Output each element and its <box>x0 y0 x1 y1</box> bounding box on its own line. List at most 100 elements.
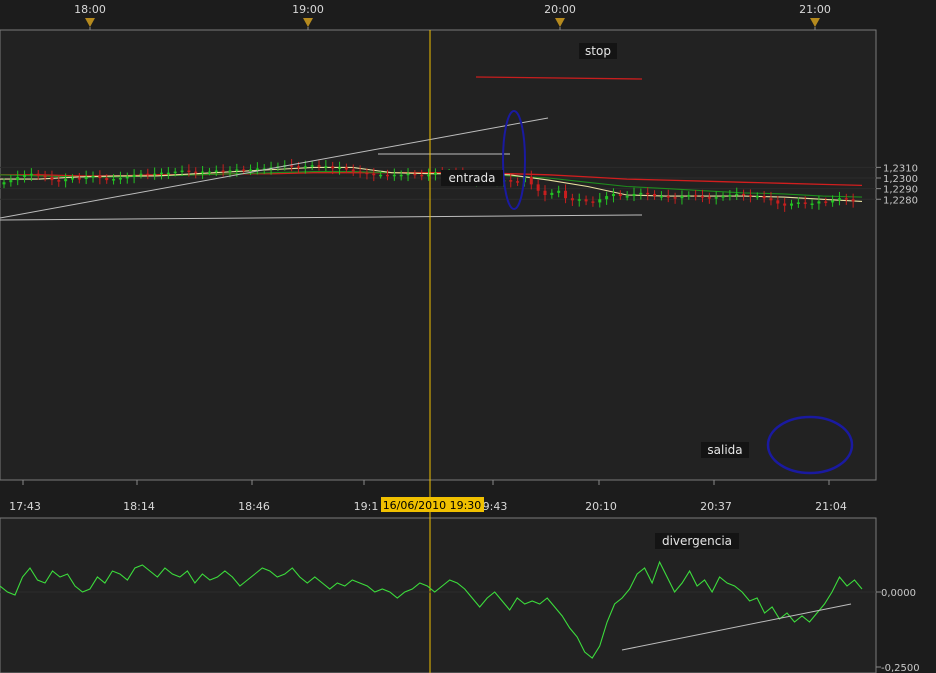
candle-body <box>776 200 780 204</box>
candle-body <box>783 203 787 206</box>
candle-body <box>632 193 636 197</box>
candle-body <box>221 170 225 173</box>
candle-body <box>536 184 540 191</box>
candle-body <box>748 195 752 197</box>
candle-body <box>29 173 33 176</box>
candle-body <box>598 199 602 203</box>
candle-body <box>9 180 13 183</box>
candle-body <box>570 198 574 201</box>
candle-body <box>413 173 417 176</box>
salida-label: salida <box>707 443 742 457</box>
time-marker-label: 19:00 <box>292 3 324 16</box>
candle-body <box>207 171 211 174</box>
candle-body <box>118 178 122 180</box>
candle-body <box>153 173 157 176</box>
candle-body <box>509 180 513 182</box>
candle-body <box>331 166 335 169</box>
candle-body <box>639 192 643 195</box>
candle-body <box>810 203 814 206</box>
x-tick-label: 20:37 <box>700 500 732 513</box>
candle-body <box>324 166 328 168</box>
y-tick-label: 1,2300 <box>883 174 918 185</box>
x-tick-label: 18:46 <box>238 500 270 513</box>
candle-body <box>796 202 800 204</box>
time-marker-label: 21:00 <box>799 3 831 16</box>
price-plot-area[interactable] <box>0 29 877 481</box>
candle-body <box>399 174 403 177</box>
candle-body <box>23 174 27 177</box>
candle-body <box>694 195 698 197</box>
stop-label: stop <box>585 44 611 58</box>
candle-body <box>84 176 88 180</box>
candle-body <box>2 182 6 185</box>
candle-body <box>687 195 691 197</box>
candle-body <box>228 170 232 173</box>
candle-body <box>91 175 95 178</box>
trading-chart[interactable]: stop entrada salida divergencia 18:00 19:00… <box>0 0 936 673</box>
candle-body <box>385 174 389 177</box>
candle-body <box>344 167 348 170</box>
candle-body <box>358 171 362 174</box>
candle-body <box>105 178 109 181</box>
candle-body <box>680 196 684 199</box>
candle-body <box>584 199 588 202</box>
candle-body <box>673 197 677 199</box>
candle-body <box>43 175 47 178</box>
candle-body <box>714 197 718 199</box>
candle-body <box>618 193 622 197</box>
candle-body <box>406 173 410 176</box>
candle-body <box>317 165 321 167</box>
candle-body <box>180 170 184 173</box>
candle-body <box>851 199 855 202</box>
candle-body <box>70 178 74 180</box>
divergencia-label: divergencia <box>662 534 732 548</box>
candle-body <box>194 171 198 174</box>
candle-body <box>249 169 253 171</box>
candle-body <box>735 193 739 196</box>
candle-body <box>36 173 40 176</box>
candle-body <box>420 174 424 177</box>
candle-body <box>577 199 581 201</box>
x-tick-label: 9:43 <box>483 500 508 513</box>
candle-body <box>707 197 711 199</box>
candle-body <box>77 178 81 180</box>
candle-body <box>235 169 239 171</box>
candle-body <box>803 202 807 204</box>
x-tick-label: 19:1 <box>354 500 379 513</box>
x-tick-label: 21:04 <box>815 500 847 513</box>
x-tick-label: 18:14 <box>123 500 155 513</box>
candle-body <box>166 172 170 175</box>
candle-body <box>351 169 355 172</box>
candle-body <box>57 180 61 182</box>
candle-body <box>64 179 68 182</box>
candle-body <box>837 198 841 201</box>
x-tick-label: 17:43 <box>9 500 41 513</box>
candle-body <box>310 165 314 167</box>
candle-body <box>112 179 116 181</box>
candle-body <box>755 196 759 198</box>
candle-body <box>831 200 835 203</box>
candle-body <box>16 176 20 181</box>
cursor-label: 16/06/2010 19:30 <box>383 499 482 512</box>
osc-y-tick-label: -0,2500 <box>881 663 920 673</box>
x-tick-label: 20:10 <box>585 500 617 513</box>
candle-body <box>516 181 520 183</box>
time-marker-label: 18:00 <box>74 3 106 16</box>
candle-body <box>98 175 102 178</box>
candle-body <box>296 166 300 168</box>
y-tick-label: 1,2290 <box>883 185 918 196</box>
candle-body <box>187 170 191 173</box>
y-tick-label: 1,2310 <box>883 163 918 174</box>
candle-body <box>625 196 629 198</box>
candle-body <box>728 195 732 197</box>
candle-body <box>338 167 342 169</box>
candle-body <box>242 169 246 171</box>
candle-body <box>372 173 376 176</box>
candle-body <box>721 196 725 198</box>
candle-body <box>201 171 205 174</box>
candle-body <box>762 196 766 199</box>
candle-body <box>173 171 177 174</box>
candle-body <box>255 168 259 170</box>
candle-body <box>591 201 595 203</box>
candle-body <box>433 172 437 175</box>
